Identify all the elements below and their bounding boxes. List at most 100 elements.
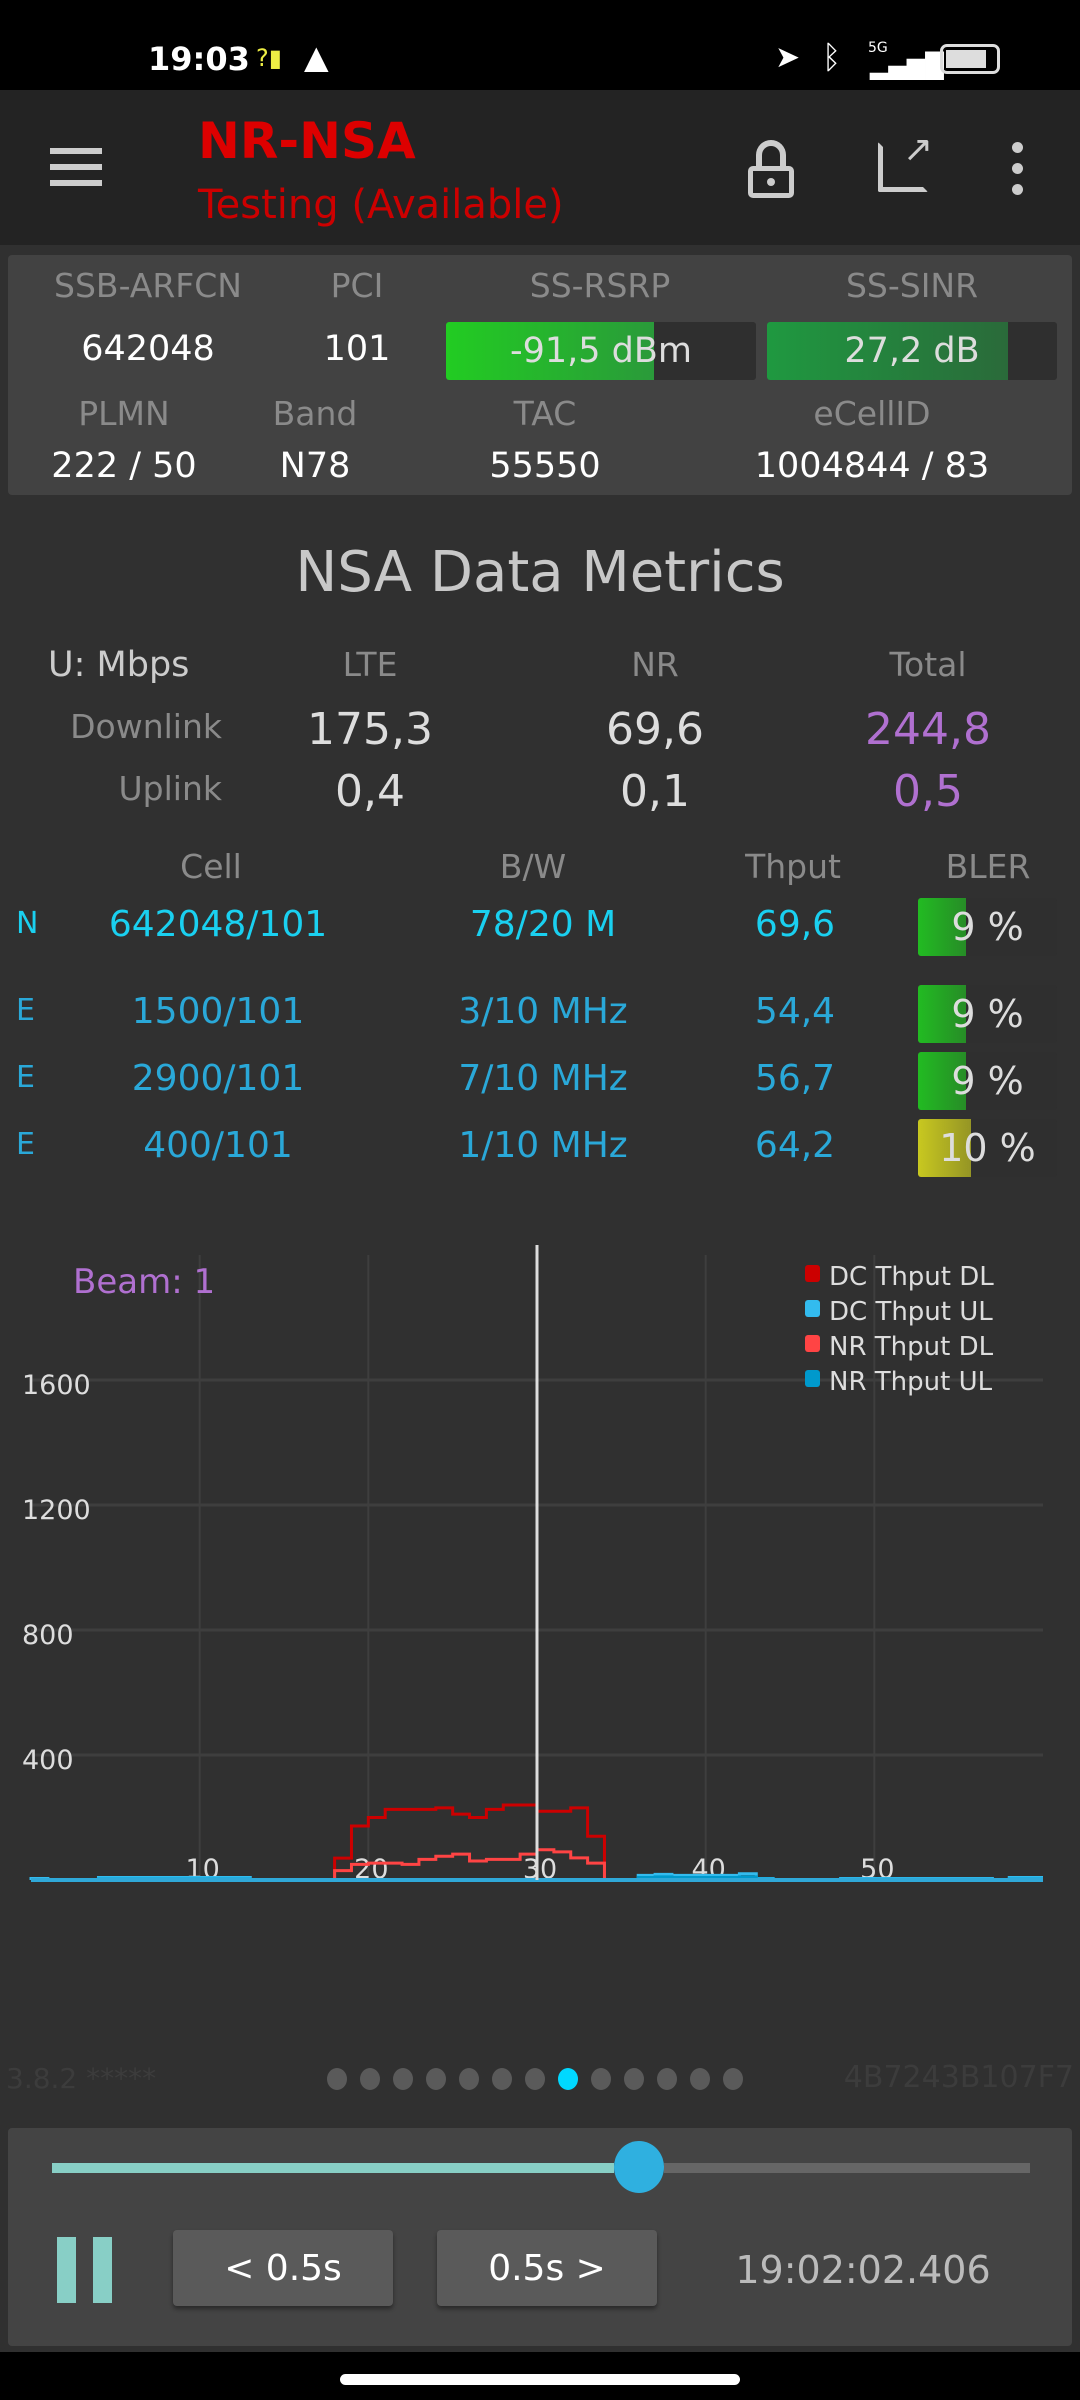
- bler-bar: 10 %: [918, 1119, 1057, 1177]
- pause-button[interactable]: [57, 2237, 115, 2303]
- bler-value: 10 %: [939, 1126, 1036, 1170]
- throughput-chart: 4008001200160010 20 30 40 50DC Thput DLDC Th…: [22, 1245, 1043, 1885]
- cell-id: 2900/101: [131, 1058, 305, 1099]
- downlink-lte: 175,3: [307, 704, 433, 755]
- page-indicator-dot[interactable]: [558, 2068, 578, 2090]
- step-forward-button[interactable]: 0.5s >: [437, 2230, 657, 2306]
- col-thput: Thput: [745, 847, 841, 886]
- downlink-label: Downlink: [70, 707, 222, 746]
- y-tick-label: 1600: [22, 1370, 91, 1401]
- unit-label: U: Mbps: [48, 645, 190, 685]
- legend-label: DC Thput UL: [829, 1297, 993, 1327]
- sinr-bar: 27,2 dB: [767, 322, 1057, 380]
- header-plmn: PLMN: [78, 394, 170, 433]
- header-ss-rsrp: SS-RSRP: [529, 266, 671, 305]
- navigation-icon: ▲: [304, 38, 329, 76]
- page-indicator-dot[interactable]: [591, 2068, 611, 2090]
- header-ss-sinr: SS-SINR: [845, 266, 979, 305]
- status-time: 19:03: [148, 40, 250, 78]
- uplink-nr: 0,1: [620, 766, 690, 817]
- legend-label: DC Thput DL: [829, 1262, 994, 1292]
- app-title: NR-NSA: [198, 112, 416, 170]
- page-indicator-dot[interactable]: [723, 2068, 743, 2090]
- tac-value: 55550: [489, 446, 601, 486]
- legend-label: NR Thput DL: [829, 1332, 994, 1362]
- bler-bar: 9 %: [918, 985, 1057, 1043]
- battery-icon: [940, 44, 1000, 74]
- y-tick-label: 800: [22, 1620, 74, 1651]
- page-indicator-dot[interactable]: [492, 2068, 512, 2090]
- cell-type: E: [16, 1127, 35, 1162]
- band-value: N78: [279, 446, 351, 486]
- page-indicator-dot[interactable]: [426, 2068, 446, 2090]
- y-tick-label: 1200: [22, 1495, 91, 1526]
- ssb-arfcn-value: 642048: [81, 329, 215, 369]
- slider-thumb[interactable]: [613, 2141, 664, 2193]
- lock-icon[interactable]: [748, 140, 794, 198]
- cell-type: E: [16, 1060, 35, 1095]
- app-version: 3.8.2 *****: [6, 2062, 157, 2095]
- cell-id: 400/101: [143, 1125, 293, 1166]
- bler-bar: 9 %: [918, 898, 1057, 956]
- page-indicator-dot[interactable]: [459, 2068, 479, 2090]
- header-band: Band: [272, 394, 358, 433]
- cell-type: E: [16, 993, 35, 1028]
- app-toolbar: NR-NSA Testing (Available) ↗: [0, 90, 1080, 245]
- cell-thput: 69,6: [754, 904, 836, 945]
- more-options-icon[interactable]: [1012, 142, 1024, 195]
- legend-swatch: [805, 1370, 820, 1387]
- pci-value: 101: [323, 329, 391, 369]
- header-ecellid: eCellID: [813, 394, 931, 433]
- col-bler: BLER: [945, 847, 1031, 886]
- legend-swatch: [805, 1335, 820, 1352]
- plmn-value: 222 / 50: [51, 446, 197, 486]
- cell-thput: 56,7: [754, 1058, 836, 1099]
- pause-icon: [57, 2237, 76, 2303]
- page-indicator-dot[interactable]: [360, 2068, 380, 2090]
- cell-type: N: [16, 906, 39, 941]
- cell-id: 1500/101: [131, 991, 305, 1032]
- legend-swatch: [805, 1300, 820, 1317]
- home-gesture-handle[interactable]: [340, 2374, 740, 2385]
- page-indicator-dot[interactable]: [690, 2068, 710, 2090]
- col-bw: B/W: [499, 847, 567, 886]
- step-back-button[interactable]: < 0.5s: [173, 2230, 393, 2306]
- page-indicator-dot[interactable]: [327, 2068, 347, 2090]
- playback-slider[interactable]: [52, 2141, 1030, 2193]
- page-indicator-dot[interactable]: [393, 2068, 413, 2090]
- app-subtitle: Testing (Available): [198, 182, 564, 228]
- downlink-nr: 69,6: [606, 704, 704, 755]
- header-tac: TAC: [513, 394, 577, 433]
- pause-icon-bar: [93, 2237, 112, 2303]
- signal-unknown-icon: ?▮: [256, 44, 282, 72]
- cell-thput: 54,4: [754, 991, 836, 1032]
- playback-time: 19:02:02.406: [735, 2248, 991, 2292]
- legend-swatch: [805, 1265, 820, 1282]
- col-cell: Cell: [180, 847, 242, 886]
- uplink-lte: 0,4: [335, 766, 405, 817]
- page-indicator-dot[interactable]: [657, 2068, 677, 2090]
- rsrp-bar: -91,5 dBm: [446, 322, 756, 380]
- cell-thput: 64,2: [754, 1125, 836, 1166]
- sinr-value: 27,2 dB: [844, 331, 980, 371]
- navigation-bar: [0, 2352, 1080, 2400]
- device-id: 4B7243B107F7: [843, 2060, 1074, 2095]
- bler-value: 9 %: [951, 992, 1024, 1036]
- cell-bandwidth: 78/20 M: [469, 904, 617, 945]
- legend-label: NR Thput UL: [829, 1367, 993, 1397]
- cell-signal-icon: ▂▄▆█: [870, 52, 944, 80]
- rsrp-value: -91,5 dBm: [509, 331, 692, 371]
- page-indicator-dot[interactable]: [525, 2068, 545, 2090]
- ecellid-value: 1004844 / 83: [754, 446, 990, 486]
- cell-bandwidth: 7/10 MHz: [458, 1058, 628, 1099]
- col-nr: NR: [631, 645, 679, 684]
- open-external-icon[interactable]: ↗: [878, 129, 933, 192]
- cell-bandwidth: 3/10 MHz: [458, 991, 628, 1032]
- menu-icon[interactable]: [50, 148, 102, 186]
- slider-progress: [52, 2163, 614, 2173]
- page-indicator-dot[interactable]: [624, 2068, 644, 2090]
- slider-track: [663, 2163, 1030, 2173]
- bler-bar: 9 %: [918, 1052, 1057, 1110]
- cell-bandwidth: 1/10 MHz: [458, 1125, 628, 1166]
- downlink-total: 244,8: [865, 704, 991, 755]
